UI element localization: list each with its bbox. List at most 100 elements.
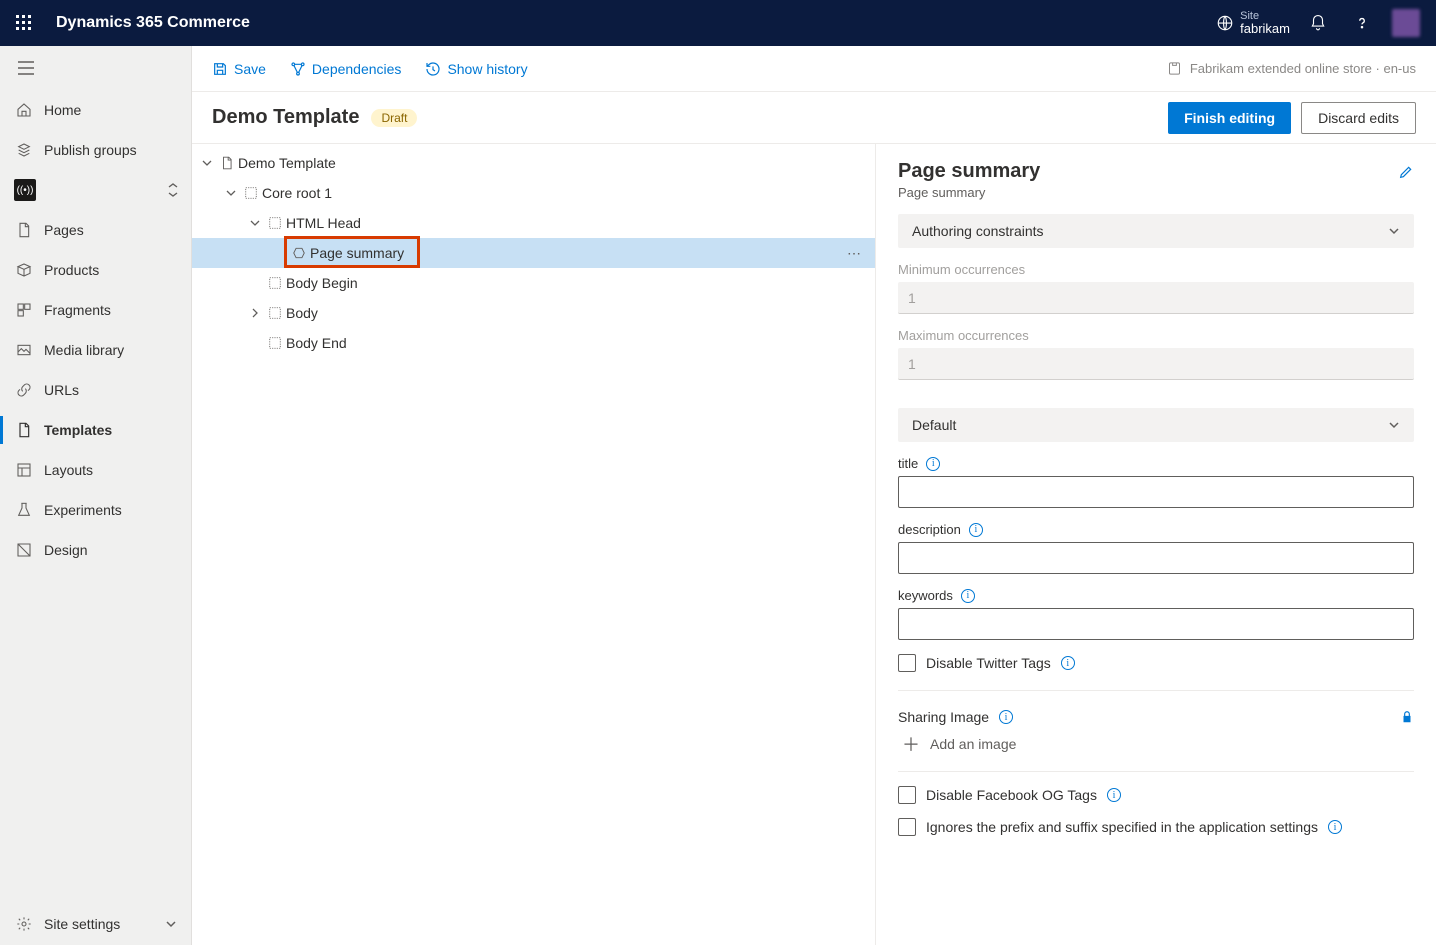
sidebar-item-label: Design bbox=[44, 542, 88, 558]
info-icon[interactable]: i bbox=[1328, 820, 1342, 834]
sidebar-item-publish-groups[interactable]: Publish groups bbox=[0, 130, 191, 170]
tree-node-body-end[interactable]: Body End bbox=[192, 328, 875, 358]
site-switcher[interactable]: Site fabrikam bbox=[1210, 10, 1296, 36]
document-icon bbox=[216, 156, 238, 170]
chevron-right-icon[interactable] bbox=[246, 308, 264, 318]
tree-node-html-head[interactable]: HTML Head bbox=[192, 208, 875, 238]
container-icon bbox=[240, 186, 262, 200]
sidebar-item-pages[interactable]: Pages bbox=[0, 210, 191, 250]
tree-node-label: Body bbox=[286, 305, 318, 321]
lock-icon bbox=[1400, 710, 1414, 724]
disable-facebook-checkbox[interactable] bbox=[898, 786, 916, 804]
gear-icon bbox=[16, 916, 44, 932]
keywords-input[interactable] bbox=[898, 608, 1414, 640]
templates-icon bbox=[16, 422, 44, 438]
app-launcher-icon[interactable] bbox=[8, 7, 40, 39]
disable-facebook-label: Disable Facebook OG Tags bbox=[926, 787, 1097, 803]
show-history-button[interactable]: Show history bbox=[425, 61, 527, 77]
container-icon bbox=[264, 306, 286, 320]
chevron-down-icon[interactable] bbox=[246, 218, 264, 228]
site-name: fabrikam bbox=[1240, 22, 1290, 36]
sidebar-item-templates[interactable]: Templates bbox=[0, 410, 191, 450]
sidebar-item-label: Experiments bbox=[44, 502, 122, 518]
section-default[interactable]: Default bbox=[898, 408, 1414, 442]
sidebar: Home Publish groups ((•)) Pages Products… bbox=[0, 46, 192, 945]
sidebar-item-channel[interactable]: ((•)) bbox=[0, 170, 191, 210]
media-icon bbox=[16, 342, 44, 358]
info-icon[interactable]: i bbox=[999, 710, 1013, 724]
sidebar-item-site-settings[interactable]: Site settings bbox=[0, 901, 191, 945]
sidebar-item-label: Products bbox=[44, 262, 99, 278]
sidebar-item-label: Publish groups bbox=[44, 142, 137, 158]
tree-node-label: Body Begin bbox=[286, 275, 358, 291]
sidebar-item-label: Media library bbox=[44, 342, 124, 358]
title-field-label: titlei bbox=[898, 456, 1414, 471]
sidebar-item-experiments[interactable]: Experiments bbox=[0, 490, 191, 530]
add-image-button[interactable]: ＋ Add an image bbox=[898, 735, 1414, 753]
fragments-icon bbox=[16, 302, 44, 318]
max-occurrences-value: 1 bbox=[898, 348, 1414, 380]
sidebar-item-home[interactable]: Home bbox=[0, 90, 191, 130]
sidebar-item-media-library[interactable]: Media library bbox=[0, 330, 191, 370]
info-icon[interactable]: i bbox=[1107, 788, 1121, 802]
sidebar-item-design[interactable]: Design bbox=[0, 530, 191, 570]
tree-node-label: HTML Head bbox=[286, 215, 361, 231]
sidebar-item-layouts[interactable]: Layouts bbox=[0, 450, 191, 490]
pages-icon bbox=[16, 222, 44, 238]
sidebar-toggle[interactable] bbox=[0, 46, 191, 90]
sidebar-item-fragments[interactable]: Fragments bbox=[0, 290, 191, 330]
edit-icon[interactable] bbox=[1398, 164, 1414, 180]
chevron-down-icon[interactable] bbox=[198, 158, 216, 168]
tree-node-label: Demo Template bbox=[238, 155, 336, 171]
chevron-down-icon[interactable] bbox=[222, 188, 240, 198]
min-occurrences-label: Minimum occurrences bbox=[898, 262, 1414, 277]
sidebar-item-label: Fragments bbox=[44, 302, 111, 318]
info-icon[interactable]: i bbox=[1061, 656, 1075, 670]
info-icon[interactable]: i bbox=[926, 457, 940, 471]
ignore-prefix-checkbox[interactable] bbox=[898, 818, 916, 836]
sidebar-item-label: Home bbox=[44, 102, 81, 118]
container-icon bbox=[264, 336, 286, 350]
experiments-icon bbox=[16, 502, 44, 518]
sidebar-footer-label: Site settings bbox=[44, 916, 120, 932]
broadcast-icon: ((•)) bbox=[14, 179, 36, 201]
tree-node-body-begin[interactable]: Body Begin bbox=[192, 268, 875, 298]
more-actions-icon[interactable]: ⋯ bbox=[847, 245, 861, 262]
layouts-icon bbox=[16, 462, 44, 478]
design-icon bbox=[16, 542, 44, 558]
container-icon bbox=[264, 276, 286, 290]
products-icon bbox=[16, 262, 44, 278]
user-avatar[interactable] bbox=[1392, 9, 1420, 37]
sharing-image-label: Sharing Image bbox=[898, 709, 989, 725]
info-icon[interactable]: i bbox=[969, 523, 983, 537]
discard-edits-button[interactable]: Discard edits bbox=[1301, 102, 1416, 134]
description-field-label: descriptioni bbox=[898, 522, 1414, 537]
brand-title: Dynamics 365 Commerce bbox=[56, 14, 250, 32]
disable-twitter-label: Disable Twitter Tags bbox=[926, 655, 1051, 671]
save-button[interactable]: Save bbox=[212, 61, 266, 77]
module-icon bbox=[288, 246, 310, 260]
notifications-icon[interactable] bbox=[1296, 0, 1340, 46]
properties-panel: Page summary Page summary Authoring cons… bbox=[876, 144, 1436, 945]
tree-node-page-summary[interactable]: Page summary ⋯ bbox=[192, 238, 875, 268]
sidebar-item-urls[interactable]: URLs bbox=[0, 370, 191, 410]
tree-node-core-root[interactable]: Core root 1 bbox=[192, 178, 875, 208]
tree-node-demo-template[interactable]: Demo Template bbox=[192, 148, 875, 178]
finish-editing-button[interactable]: Finish editing bbox=[1168, 102, 1291, 134]
disable-twitter-checkbox[interactable] bbox=[898, 654, 916, 672]
sidebar-item-products[interactable]: Products bbox=[0, 250, 191, 290]
ignore-prefix-label: Ignores the prefix and suffix specified … bbox=[926, 819, 1318, 835]
section-authoring-constraints[interactable]: Authoring constraints bbox=[898, 214, 1414, 248]
plus-icon: ＋ bbox=[902, 735, 920, 753]
info-icon[interactable]: i bbox=[961, 589, 975, 603]
description-input[interactable] bbox=[898, 542, 1414, 574]
tree-node-body[interactable]: Body bbox=[192, 298, 875, 328]
sidebar-item-label: Templates bbox=[44, 422, 112, 438]
sidebar-item-label: Pages bbox=[44, 222, 84, 238]
sidebar-item-label: Layouts bbox=[44, 462, 93, 478]
page-title: Demo Template bbox=[212, 106, 359, 129]
title-input[interactable] bbox=[898, 476, 1414, 508]
expand-collapse-icon[interactable] bbox=[167, 182, 179, 198]
help-icon[interactable] bbox=[1340, 0, 1384, 46]
dependencies-button[interactable]: Dependencies bbox=[290, 61, 402, 77]
